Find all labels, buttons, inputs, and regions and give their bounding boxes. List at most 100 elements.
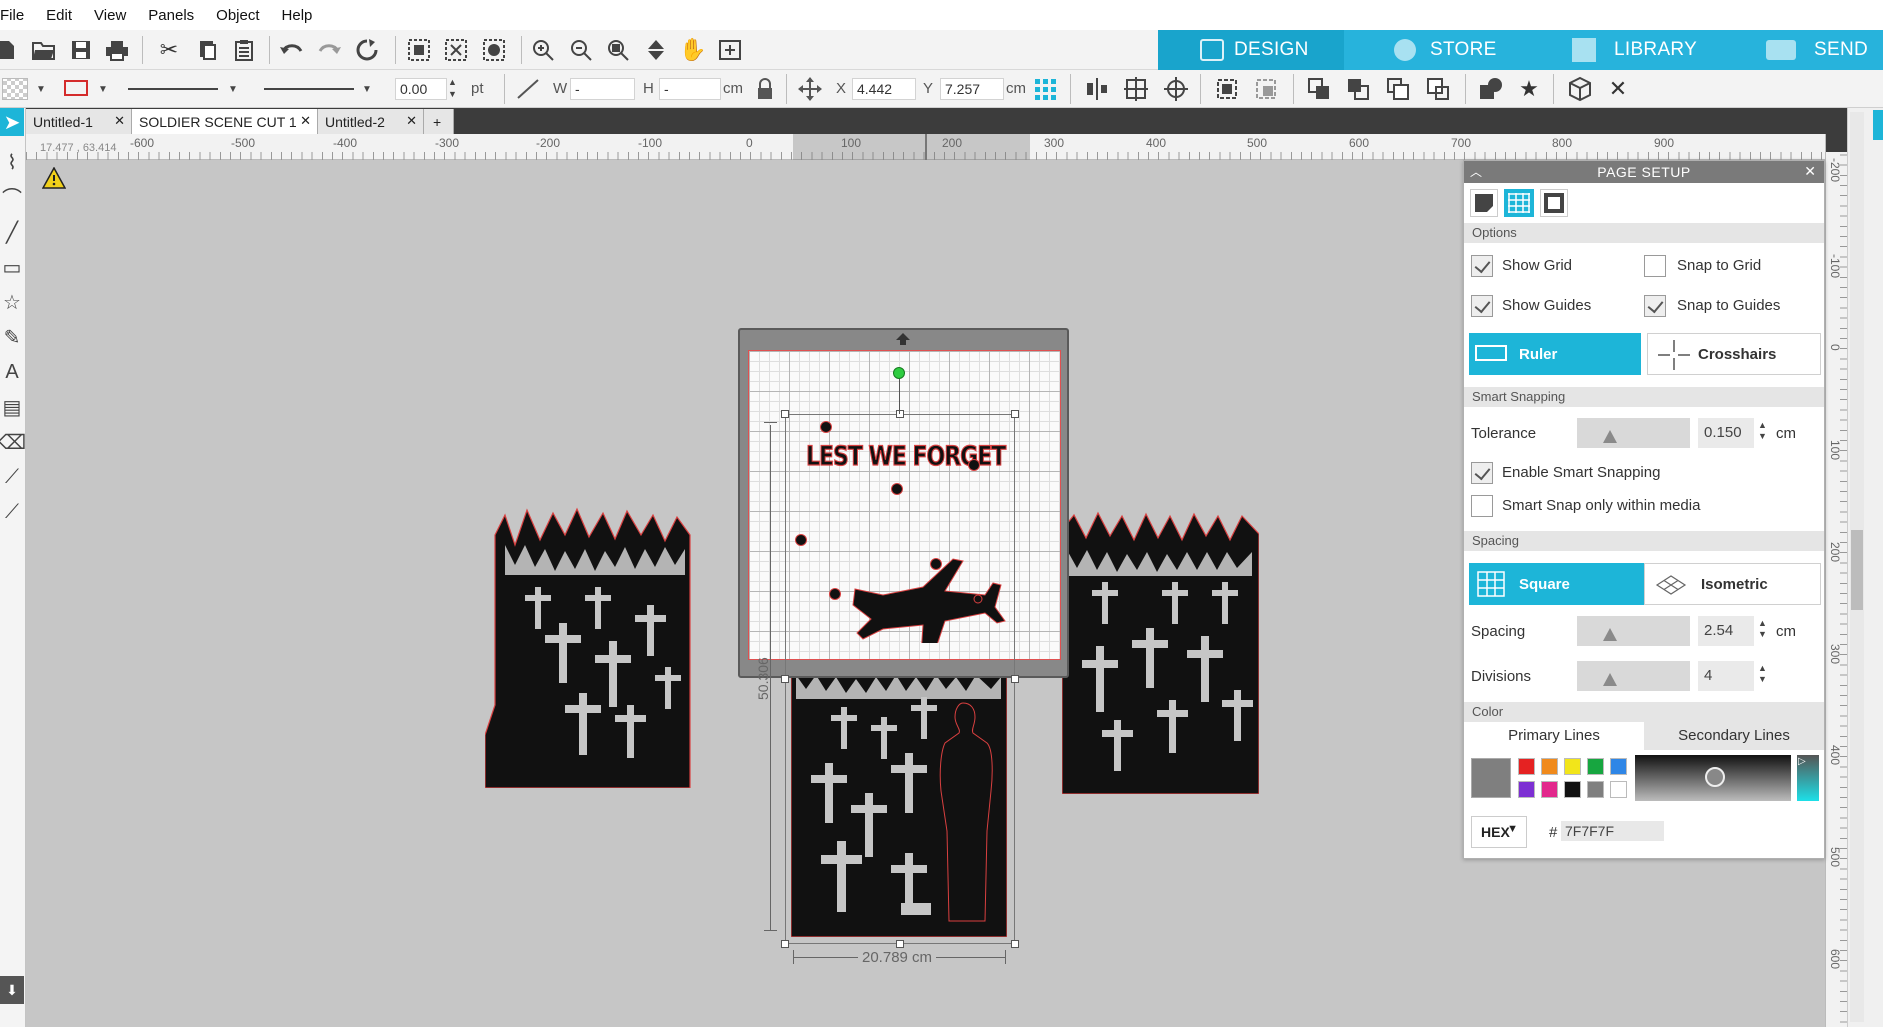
open-folder-icon[interactable] [30,36,58,64]
close-icon[interactable]: ✕ [1604,75,1632,103]
background-tab-icon[interactable] [1540,189,1568,217]
deselect-icon[interactable] [442,36,470,64]
print-icon[interactable] [103,36,131,64]
scrollbar-thumb[interactable] [1851,530,1863,610]
close-icon[interactable]: ✕ [1804,163,1816,180]
color-swatch[interactable] [1518,758,1535,775]
chevron-down-icon[interactable]: ▼ [36,84,46,95]
polygon-star-icon[interactable]: ☆ [0,288,24,316]
resize-handle[interactable] [781,410,789,418]
fill-swatch[interactable] [2,78,28,100]
select-by-color-icon[interactable] [480,36,508,64]
grid-tab-icon[interactable] [1504,189,1534,217]
stroke-color-swatch[interactable] [64,80,88,96]
color-swatch[interactable] [1541,781,1558,798]
line-icon[interactable]: ╱ [0,218,24,246]
rotate-handle[interactable] [893,367,905,379]
color-swatch[interactable] [1587,758,1604,775]
tolerance-slider[interactable] [1577,418,1690,448]
isometric-button[interactable]: Isometric [1644,563,1821,605]
send-backward-icon[interactable] [1344,75,1372,103]
close-icon[interactable]: ✕ [406,113,417,129]
color-swatch[interactable] [1518,781,1535,798]
tolerance-input[interactable]: 0.150 [1698,418,1754,448]
redraw-icon[interactable] [353,36,381,64]
curve-icon[interactable]: ⌒ [0,182,24,210]
cut-icon[interactable]: ✂ [155,36,183,64]
bring-forward-icon[interactable] [1305,75,1333,103]
add-tab-button[interactable]: + [424,109,454,134]
zoom-out-icon[interactable] [567,36,595,64]
text-box-icon[interactable]: ▤ [0,393,24,421]
line-style-preview[interactable] [128,88,218,90]
resize-handle[interactable] [1011,410,1019,418]
warning-icon[interactable] [41,166,67,192]
group-icon[interactable] [1213,75,1241,103]
color-swatch[interactable] [1541,758,1558,775]
tab-untitled-1[interactable]: Untitled-1 ✕ [26,109,132,134]
new-file-icon[interactable] [0,36,20,64]
chevron-down-icon[interactable]: ▼ [362,84,372,95]
cube-icon[interactable] [1566,75,1594,103]
color-picker-handle[interactable] [1705,767,1725,787]
color-swatch[interactable] [1564,781,1581,798]
resize-handle[interactable] [781,675,789,683]
smart-snap-within-media-checkbox[interactable] [1471,495,1493,517]
rectangle-icon[interactable]: ▭ [0,253,24,281]
menu-panels[interactable]: Panels [137,7,205,24]
nav-tab-store[interactable]: STORE [1344,30,1530,70]
color-gradient-picker[interactable] [1635,755,1791,801]
zoom-select-icon[interactable] [604,36,632,64]
nav-tab-library[interactable]: LIBRARY [1530,30,1716,70]
spinner-icon[interactable]: ▲ ▼ [1758,618,1767,640]
spinner-icon[interactable]: ▲ ▼ [1758,420,1767,442]
save-icon[interactable] [67,36,95,64]
enable-smart-snapping-checkbox[interactable] [1471,462,1493,484]
bring-front-icon[interactable] [1384,75,1412,103]
tab-soldier-scene-cut-1[interactable]: SOLDIER SCENE CUT 1 ✕ [132,109,318,134]
snap-to-guides-checkbox[interactable] [1644,295,1666,317]
divisions-slider[interactable] [1577,661,1690,691]
spacing-input[interactable]: 2.54 [1698,616,1754,646]
zoom-in-icon[interactable] [529,36,557,64]
collapse-icon[interactable]: ︿ [1470,163,1482,180]
spacing-slider[interactable] [1577,616,1690,646]
lock-icon[interactable] [756,78,774,103]
tab-secondary-lines[interactable]: Secondary Lines [1644,722,1824,750]
undo-icon[interactable] [278,36,306,64]
show-grid-checkbox[interactable] [1471,255,1493,277]
paste-icon[interactable] [230,36,258,64]
page-tab-icon[interactable] [1470,189,1498,217]
spinner-icon[interactable]: ▲ ▼ [1758,663,1767,685]
graves-panel-left[interactable] [484,505,693,789]
center-page-icon[interactable] [1122,75,1150,103]
color-format-dropdown[interactable]: HEX ▼ [1471,816,1527,848]
x-field[interactable]: 4.442 [852,78,916,100]
color-swatch[interactable] [1610,758,1627,775]
show-guides-checkbox[interactable] [1471,295,1493,317]
align-icon[interactable] [1083,75,1111,103]
modify-shapes-icon[interactable] [1477,75,1505,103]
hue-marker-icon[interactable]: ▷ [1798,756,1806,767]
select-arrow-icon[interactable]: ➤ [0,108,24,136]
panel-tab-indicator[interactable] [1873,110,1883,140]
pan-hand-icon[interactable]: ✋ [679,36,707,64]
resize-handle[interactable] [1011,940,1019,948]
knife-icon[interactable]: ⟋ [0,463,24,491]
add-page-icon[interactable] [716,36,744,64]
divisions-input[interactable]: 4 [1698,661,1754,691]
eraser-icon[interactable]: ⌫ [0,428,26,456]
spinner-icon[interactable]: ▲ ▼ [448,76,457,100]
y-field[interactable]: 7.257 [940,78,1004,100]
stroke-width-field[interactable]: 0.00 [395,78,447,100]
ungroup-icon[interactable] [1252,75,1280,103]
send-back-icon[interactable] [1424,75,1452,103]
resize-handle[interactable] [896,410,904,418]
redo-icon[interactable] [315,36,343,64]
ruler-button[interactable]: Ruler [1469,333,1641,375]
eyedropper-icon[interactable]: ⟋ [0,498,24,526]
graves-panel-right[interactable] [1061,510,1260,795]
pencil-icon[interactable]: ✎ [0,323,24,351]
square-button[interactable]: Square [1469,563,1644,605]
resize-handle[interactable] [781,940,789,948]
